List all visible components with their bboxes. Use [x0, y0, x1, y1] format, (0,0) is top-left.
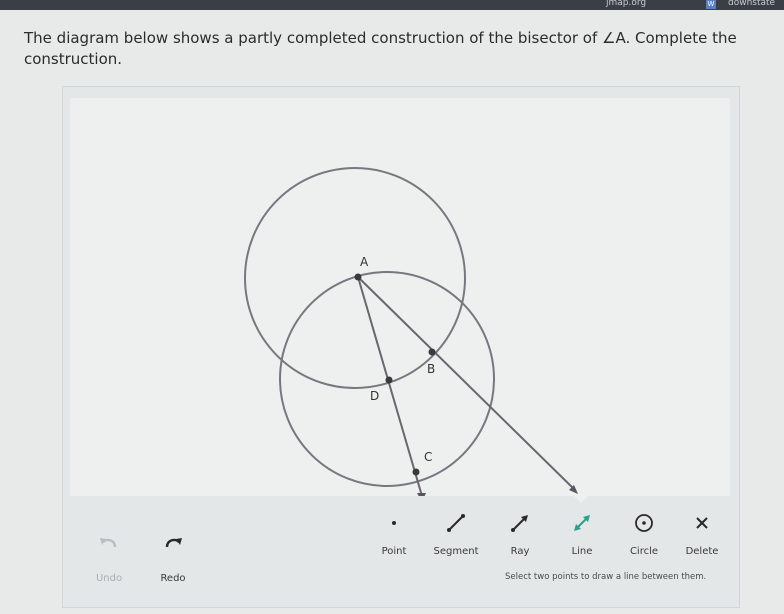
- point-icon: [359, 512, 429, 538]
- point-c[interactable]: [412, 468, 420, 476]
- undo-button[interactable]: Undo: [74, 534, 144, 584]
- undo-icon: [74, 534, 144, 553]
- point-tool[interactable]: Point: [359, 512, 429, 557]
- point-label: Point: [381, 546, 407, 557]
- ray-icon: [485, 512, 555, 538]
- segment-tool[interactable]: Segment: [421, 512, 491, 557]
- line-icon: [547, 512, 617, 538]
- tool-hint-text: Select two points to draw a line between…: [505, 572, 707, 582]
- redo-button[interactable]: Redo: [138, 534, 208, 584]
- close-icon: [667, 512, 737, 538]
- label-a: A: [360, 255, 369, 269]
- redo-icon: [138, 534, 208, 553]
- label-d: D: [370, 389, 379, 403]
- tool-bar: Undo Redo Point Segment Ray Line Circle …: [62, 496, 738, 606]
- point-d[interactable]: [385, 376, 393, 384]
- undo-label: Undo: [95, 573, 123, 584]
- label-b: B: [427, 362, 435, 376]
- ray-tool[interactable]: Ray: [485, 512, 555, 557]
- redo-label: Redo: [160, 573, 186, 584]
- question-text: The diagram below shows a partly complet…: [24, 29, 737, 68]
- browser-topbar: jmap.org W downstate: [0, 0, 784, 10]
- segment-icon: [421, 512, 491, 538]
- site-text: jmap.org: [606, 0, 647, 8]
- delete-tool[interactable]: Delete: [667, 512, 737, 557]
- w-badge-icon: W: [706, 0, 716, 9]
- point-a[interactable]: [354, 273, 362, 281]
- user-text: downstate: [728, 0, 776, 8]
- line-tool[interactable]: Line: [547, 512, 617, 557]
- label-c: C: [424, 450, 432, 464]
- segment-label: Segment: [433, 546, 479, 557]
- ray-label: Ray: [510, 546, 530, 557]
- delete-label: Delete: [685, 546, 719, 557]
- line-label: Line: [571, 546, 593, 557]
- point-b[interactable]: [428, 348, 436, 356]
- drawing-canvas[interactable]: A B D C: [70, 98, 730, 496]
- construction-diagram[interactable]: A B D C: [70, 98, 730, 496]
